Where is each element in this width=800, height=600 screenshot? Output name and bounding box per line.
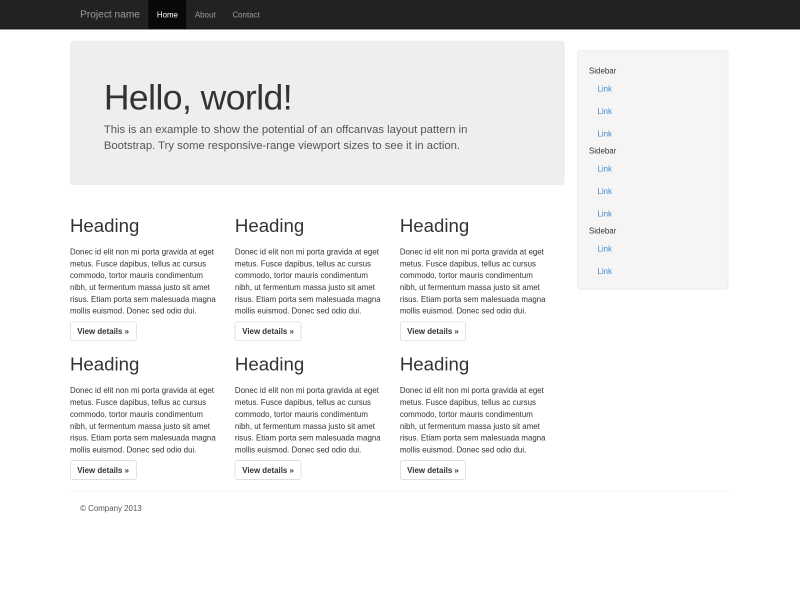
feature-card: Heading Donec id elit non mi porta gravi… [400, 202, 552, 341]
copyright-text: © Company 2013 [70, 503, 730, 514]
nav-item-about[interactable]: About [186, 0, 224, 29]
view-details-button[interactable]: View details » [70, 460, 136, 479]
card-heading: Heading [400, 354, 552, 374]
card-heading: Heading [235, 216, 387, 236]
sidebar-group-heading: Sidebar [589, 225, 717, 236]
feature-card: Heading Donec id elit non mi porta gravi… [70, 341, 222, 480]
sidebar-link[interactable]: Link [589, 180, 717, 203]
sidebar-link[interactable]: Link [589, 157, 717, 180]
card-body: Donec id elit non mi porta gravida at eg… [400, 385, 552, 456]
cards-row-2: Heading Donec id elit non mi porta gravi… [70, 341, 565, 480]
feature-card: Heading Donec id elit non mi porta gravi… [235, 341, 387, 480]
sidebar-link[interactable]: Link [589, 203, 717, 226]
jumbotron: Hello, world! This is an example to show… [70, 41, 565, 186]
card-heading: Heading [70, 216, 222, 236]
sidebar-group-2: Sidebar Link Link Link [589, 145, 717, 225]
nav-item-home[interactable]: Home [148, 0, 186, 29]
feature-card: Heading Donec id elit non mi porta gravi… [400, 341, 552, 480]
card-body: Donec id elit non mi porta gravida at eg… [400, 246, 552, 317]
feature-card: Heading Donec id elit non mi porta gravi… [70, 202, 222, 341]
view-details-button[interactable]: View details » [235, 460, 301, 479]
content-column: Hello, world! This is an example to show… [70, 41, 565, 480]
sidebar-group-3: Sidebar Link Link [589, 225, 717, 283]
brand-link[interactable]: Project name [70, 0, 148, 29]
page: Project name Home About Contact Hello, w… [0, 0, 800, 600]
nav-item-contact[interactable]: Contact [224, 0, 268, 29]
view-details-button[interactable]: View details » [400, 322, 466, 341]
sidebar-link[interactable]: Link [589, 100, 717, 123]
page-title: Hello, world! [104, 79, 531, 116]
feature-card: Heading Donec id elit non mi porta gravi… [235, 202, 387, 341]
card-body: Donec id elit non mi porta gravida at eg… [235, 246, 387, 317]
card-body: Donec id elit non mi porta gravida at eg… [70, 385, 222, 456]
view-details-button[interactable]: View details » [70, 322, 136, 341]
sidebar-group-heading: Sidebar [589, 145, 717, 156]
card-body: Donec id elit non mi porta gravida at eg… [70, 246, 222, 317]
sidebar: Sidebar Link Link Link Sidebar Link Link… [577, 50, 728, 289]
navbar-container: Project name Home About Contact [70, 0, 730, 29]
card-heading: Heading [235, 354, 387, 374]
navbar: Project name Home About Contact [0, 0, 800, 29]
sidebar-group-heading: Sidebar [589, 65, 717, 76]
view-details-button[interactable]: View details » [400, 460, 466, 479]
footer: © Company 2013 [70, 503, 730, 514]
sidebar-link[interactable]: Link [589, 77, 717, 100]
sidebar-group-1: Sidebar Link Link Link [589, 65, 717, 145]
card-heading: Heading [70, 354, 222, 374]
sidebar-link[interactable]: Link [589, 260, 717, 283]
cards-row-1: Heading Donec id elit non mi porta gravi… [70, 202, 565, 341]
sidebar-link[interactable]: Link [589, 122, 717, 145]
jumbotron-description: This is an example to show the potential… [104, 122, 522, 154]
footer-divider [70, 491, 730, 492]
sidebar-link[interactable]: Link [589, 238, 717, 261]
main-container: Hello, world! This is an example to show… [70, 41, 730, 514]
scaled-page: Project name Home About Contact Hello, w… [0, 0, 800, 600]
card-heading: Heading [400, 216, 552, 236]
view-details-button[interactable]: View details » [235, 322, 301, 341]
card-body: Donec id elit non mi porta gravida at eg… [235, 385, 387, 456]
